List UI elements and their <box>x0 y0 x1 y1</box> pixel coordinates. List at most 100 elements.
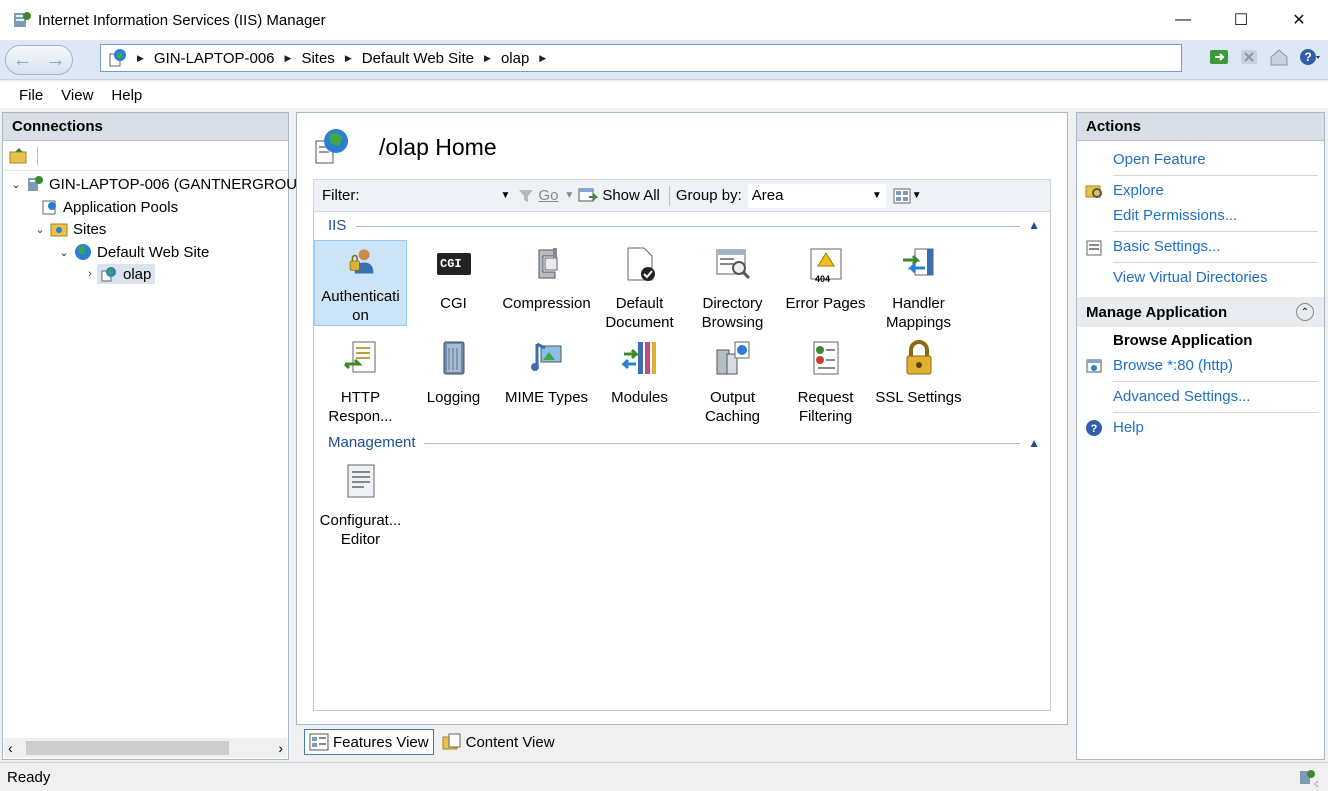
nav-buttons: ← → <box>5 45 73 75</box>
feature-cgi[interactable]: CGI CGI <box>407 240 500 313</box>
action-browse-80[interactable]: Browse *:80 (http) <box>1113 357 1233 374</box>
application-icon <box>101 267 116 282</box>
action-advanced-settings[interactable]: Advanced Settings... <box>1113 388 1251 405</box>
action-edit-permissions[interactable]: Edit Permissions... <box>1113 207 1237 224</box>
action-view-virtual-directories[interactable]: View Virtual Directories <box>1113 269 1268 286</box>
features-area: IIS ▲ Authenticati on CGI CGI Compressio… <box>313 212 1051 711</box>
feature-directory-browsing[interactable]: Directory Browsing <box>686 240 779 332</box>
action-open-feature[interactable]: Open Feature <box>1113 151 1206 168</box>
feature-logging[interactable]: Logging <box>407 334 500 407</box>
http-response-icon <box>343 341 375 373</box>
breadcrumb-sites[interactable]: Sites <box>301 50 334 67</box>
feature-default-document[interactable]: Default Document <box>593 240 686 332</box>
tree-node-olap-selected[interactable]: olap <box>97 264 156 284</box>
breadcrumb-separator-icon[interactable]: ▶ <box>539 53 546 64</box>
collapse-section-icon[interactable]: ⌃ <box>1296 303 1314 321</box>
group-by-select[interactable]: Area ▼ <box>747 183 886 208</box>
group-by-label: Group by: <box>675 187 742 204</box>
filter-bar: Filter: ▼ Go ▼ Show All Group by: Area ▼… <box>313 179 1051 212</box>
breadcrumb-separator-icon[interactable]: ▶ <box>137 53 144 64</box>
filter-input[interactable] <box>365 184 501 207</box>
tree-node-app-pools[interactable]: Application Pools <box>37 196 178 218</box>
features-view-icon <box>309 733 329 751</box>
scroll-right-icon[interactable]: › <box>278 740 283 756</box>
show-all-button[interactable]: Show All <box>578 187 660 205</box>
tree-node-server[interactable]: ⌄ GIN-LAPTOP-006 (GANTNERGROU <box>9 173 297 195</box>
collapse-chevron-icon[interactable]: ⌄ <box>9 178 23 191</box>
menu-view[interactable]: View <box>61 87 93 104</box>
collapse-caret-icon[interactable]: ▲ <box>1028 218 1040 232</box>
tree-node-sites[interactable]: ⌄ Sites <box>33 218 106 240</box>
tree-node-olap[interactable]: › olap <box>83 263 156 285</box>
default-document-icon <box>627 247 655 281</box>
home-icon[interactable] <box>1268 46 1290 68</box>
group-header-iis: IIS <box>328 217 347 234</box>
breadcrumb-separator-icon[interactable]: ▶ <box>285 53 292 64</box>
maximize-button[interactable]: ☐ <box>1212 0 1270 40</box>
modules-icon <box>621 342 656 374</box>
breadcrumb-olap[interactable]: olap <box>501 50 529 67</box>
action-help[interactable]: Help <box>1113 419 1144 436</box>
feature-http-response[interactable]: HTTP Respon... <box>314 334 407 426</box>
actions-panel: Actions Open Feature Explore Edit Permis… <box>1076 112 1325 760</box>
feature-output-caching[interactable]: Output Caching <box>686 334 779 426</box>
action-explore[interactable]: Explore <box>1113 182 1164 199</box>
menu-file[interactable]: File <box>19 87 43 104</box>
feature-configuration-editor[interactable]: Configurat... Editor <box>314 457 407 549</box>
content-view-icon <box>442 733 461 750</box>
breadcrumb-default-site[interactable]: Default Web Site <box>362 50 474 67</box>
back-arrow-icon[interactable]: ← <box>13 49 33 72</box>
feature-modules[interactable]: Modules <box>593 334 686 407</box>
server-icon <box>28 176 43 191</box>
breadcrumb-separator-icon[interactable]: ▶ <box>345 53 352 64</box>
directory-browsing-icon <box>716 249 750 280</box>
breadcrumb-separator-icon[interactable]: ▶ <box>484 53 491 64</box>
tab-features-view[interactable]: Features View <box>304 729 434 755</box>
window-title: Internet Information Services (IIS) Mana… <box>38 11 326 29</box>
action-basic-settings[interactable]: Basic Settings... <box>1113 238 1221 255</box>
feature-mime-types[interactable]: MIME Types <box>500 334 593 407</box>
connections-hscrollbar[interactable]: ‹ › <box>4 738 287 758</box>
view-mode-button[interactable]: ▼ <box>892 187 922 205</box>
tab-content-view[interactable]: Content View <box>438 729 559 755</box>
tree-node-default-site[interactable]: ⌄ Default Web Site <box>57 241 209 263</box>
scroll-thumb[interactable] <box>26 741 229 755</box>
feature-authentication[interactable]: Authenticati on <box>314 240 407 326</box>
forward-arrow-icon[interactable]: → <box>46 49 66 72</box>
globe-page-icon <box>109 49 126 67</box>
help-dropdown-icon[interactable]: ? <box>1298 46 1320 68</box>
compression-clamp-icon <box>538 248 557 279</box>
explore-folder-icon <box>1085 185 1102 198</box>
scroll-left-icon[interactable]: ‹ <box>8 740 13 756</box>
collapse-caret-icon[interactable]: ▲ <box>1028 436 1040 450</box>
collapse-chevron-icon[interactable]: ⌄ <box>33 223 47 236</box>
new-connection-icon[interactable] <box>9 147 29 165</box>
feature-request-filtering[interactable]: Request Filtering <box>779 334 872 426</box>
feature-handler-mappings[interactable]: Handler Mappings <box>872 240 965 332</box>
minimize-button[interactable]: — <box>1154 0 1212 40</box>
feature-compression[interactable]: Compression <box>500 240 593 313</box>
refresh-icon[interactable] <box>1208 46 1230 68</box>
close-button[interactable]: ✕ <box>1270 0 1328 40</box>
tree-label-default-site: Default Web Site <box>97 243 210 261</box>
tree-label-sites: Sites <box>73 220 107 238</box>
group-by-dropdown-icon[interactable]: ▼ <box>872 190 882 201</box>
tree-label-app-pools: Application Pools <box>63 198 179 216</box>
go-dropdown-icon[interactable]: ▼ <box>564 190 574 201</box>
address-breadcrumb[interactable]: ▶ GIN-LAPTOP-006 ▶ Sites ▶ Default Web S… <box>100 44 1182 72</box>
menu-help[interactable]: Help <box>111 87 142 104</box>
feature-ssl-settings[interactable]: SSL Settings <box>872 334 965 407</box>
authentication-icon <box>349 249 373 274</box>
feature-error-pages[interactable]: 404 Error Pages <box>779 240 872 313</box>
output-caching-icon <box>716 341 749 375</box>
action-divider <box>1113 175 1318 176</box>
breadcrumb-server[interactable]: GIN-LAPTOP-006 <box>154 50 275 67</box>
filter-dropdown-icon[interactable]: ▼ <box>501 190 511 201</box>
stop-icon[interactable] <box>1238 46 1260 68</box>
go-button[interactable]: Go <box>518 187 558 204</box>
globe-icon <box>75 244 91 260</box>
view-dropdown-icon[interactable]: ▼ <box>912 190 922 201</box>
page-title: /olap Home <box>379 133 497 160</box>
expand-chevron-icon[interactable]: › <box>83 268 97 280</box>
collapse-chevron-icon[interactable]: ⌄ <box>57 246 71 259</box>
